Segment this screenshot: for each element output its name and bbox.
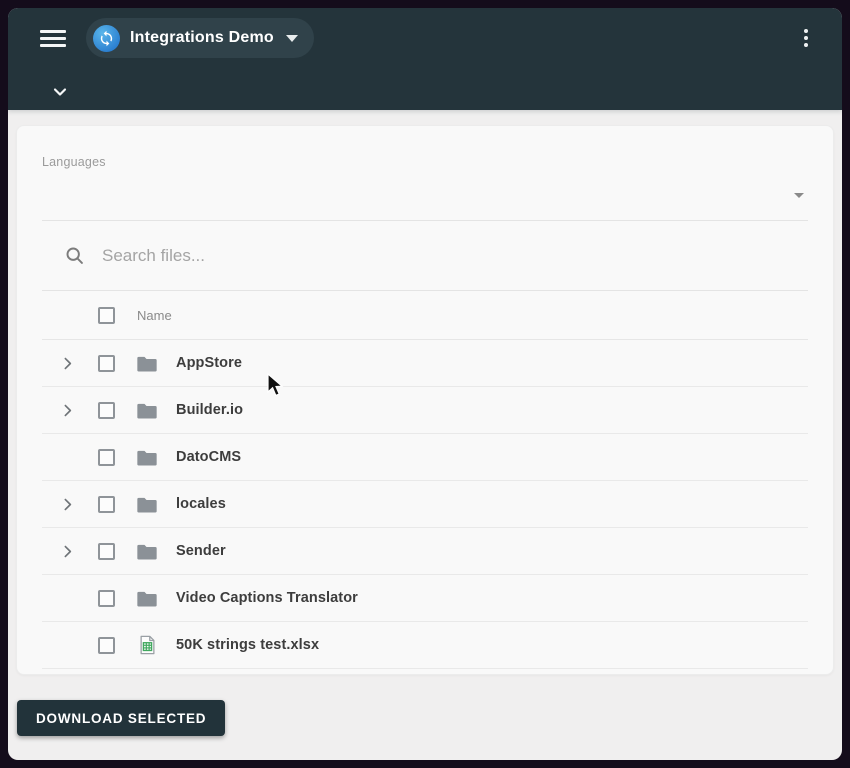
expand-chevron-icon[interactable] <box>59 543 76 560</box>
spreadsheet-icon <box>139 635 156 655</box>
file-name: locales <box>176 496 226 512</box>
folder-icon <box>137 590 157 607</box>
screen: Integrations Demo Languages <box>0 0 850 768</box>
search-icon <box>64 245 85 266</box>
page-content: Languages Name <box>8 110 842 736</box>
folder-icon <box>137 543 157 560</box>
languages-label: Languages <box>42 155 808 169</box>
table-header-row: Name <box>42 291 808 340</box>
top-bar: Integrations Demo <box>8 8 842 110</box>
expand-chevron-icon[interactable] <box>59 496 76 513</box>
folder-icon <box>137 355 157 372</box>
table-body: AppStore Builder.io DatoCMS <box>42 340 808 669</box>
table-row[interactable]: Video Captions Translator <box>42 575 808 622</box>
row-checkbox[interactable] <box>98 637 115 654</box>
project-name: Integrations Demo <box>130 29 274 47</box>
folder-icon <box>137 402 157 419</box>
row-checkbox[interactable] <box>98 402 115 419</box>
expand-chevron-icon[interactable] <box>59 355 76 372</box>
table-row[interactable]: DatoCMS <box>42 434 808 481</box>
file-name: DatoCMS <box>176 449 241 465</box>
file-name: Sender <box>176 543 226 559</box>
collapse-panel-button[interactable] <box>46 78 74 106</box>
more-options-button[interactable] <box>800 25 812 51</box>
select-arrow-icon <box>794 193 804 198</box>
row-checkbox[interactable] <box>98 355 115 372</box>
folder-icon <box>137 496 157 513</box>
chevron-down-icon <box>286 35 298 42</box>
file-name: 50K strings test.xlsx <box>176 637 319 653</box>
languages-select-line <box>42 169 808 221</box>
row-checkbox[interactable] <box>98 590 115 607</box>
table-row[interactable]: Sender <box>42 528 808 575</box>
table-row[interactable]: locales <box>42 481 808 528</box>
languages-select[interactable]: Languages <box>42 126 808 221</box>
name-column-header: Name <box>137 308 172 323</box>
app-window: Integrations Demo Languages <box>8 8 842 760</box>
search-bar <box>42 221 808 291</box>
folder-icon <box>137 449 157 466</box>
row-checkbox[interactable] <box>98 496 115 513</box>
file-name: AppStore <box>176 355 242 371</box>
row-checkbox[interactable] <box>98 449 115 466</box>
download-selected-button[interactable]: DOWNLOAD SELECTED <box>17 700 225 736</box>
file-name: Builder.io <box>176 402 243 418</box>
search-input[interactable] <box>102 246 722 266</box>
project-logo-icon <box>93 25 120 52</box>
top-bar-row: Integrations Demo <box>8 8 842 68</box>
row-checkbox[interactable] <box>98 543 115 560</box>
expand-chevron-icon[interactable] <box>59 402 76 419</box>
kebab-icon <box>804 29 808 33</box>
hamburger-icon <box>40 30 66 33</box>
file-name: Video Captions Translator <box>176 590 358 606</box>
file-browser-card: Languages Name <box>16 125 834 675</box>
project-selector[interactable]: Integrations Demo <box>86 18 314 58</box>
select-all-checkbox[interactable] <box>98 307 115 324</box>
table-row[interactable]: AppStore <box>42 340 808 387</box>
chevron-down-icon <box>50 82 70 102</box>
table-row[interactable]: 50K strings test.xlsx <box>42 622 808 669</box>
table-row[interactable]: Builder.io <box>42 387 808 434</box>
hamburger-menu-button[interactable] <box>36 24 70 52</box>
